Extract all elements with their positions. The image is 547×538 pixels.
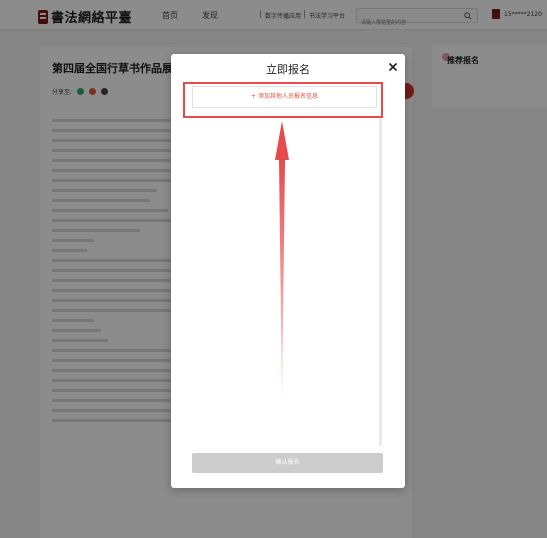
confirm-signup-button[interactable]: 确认报名 — [192, 453, 383, 473]
modal-title: 立即报名 — [266, 63, 310, 76]
signup-modal: 立即报名 + 添加其他人员报名信息 确认报名 — [171, 54, 405, 488]
close-icon[interactable] — [386, 60, 400, 74]
add-participant-button[interactable]: + 添加其他人员报名信息 — [192, 86, 377, 108]
modal-scrollbar[interactable] — [379, 118, 382, 446]
